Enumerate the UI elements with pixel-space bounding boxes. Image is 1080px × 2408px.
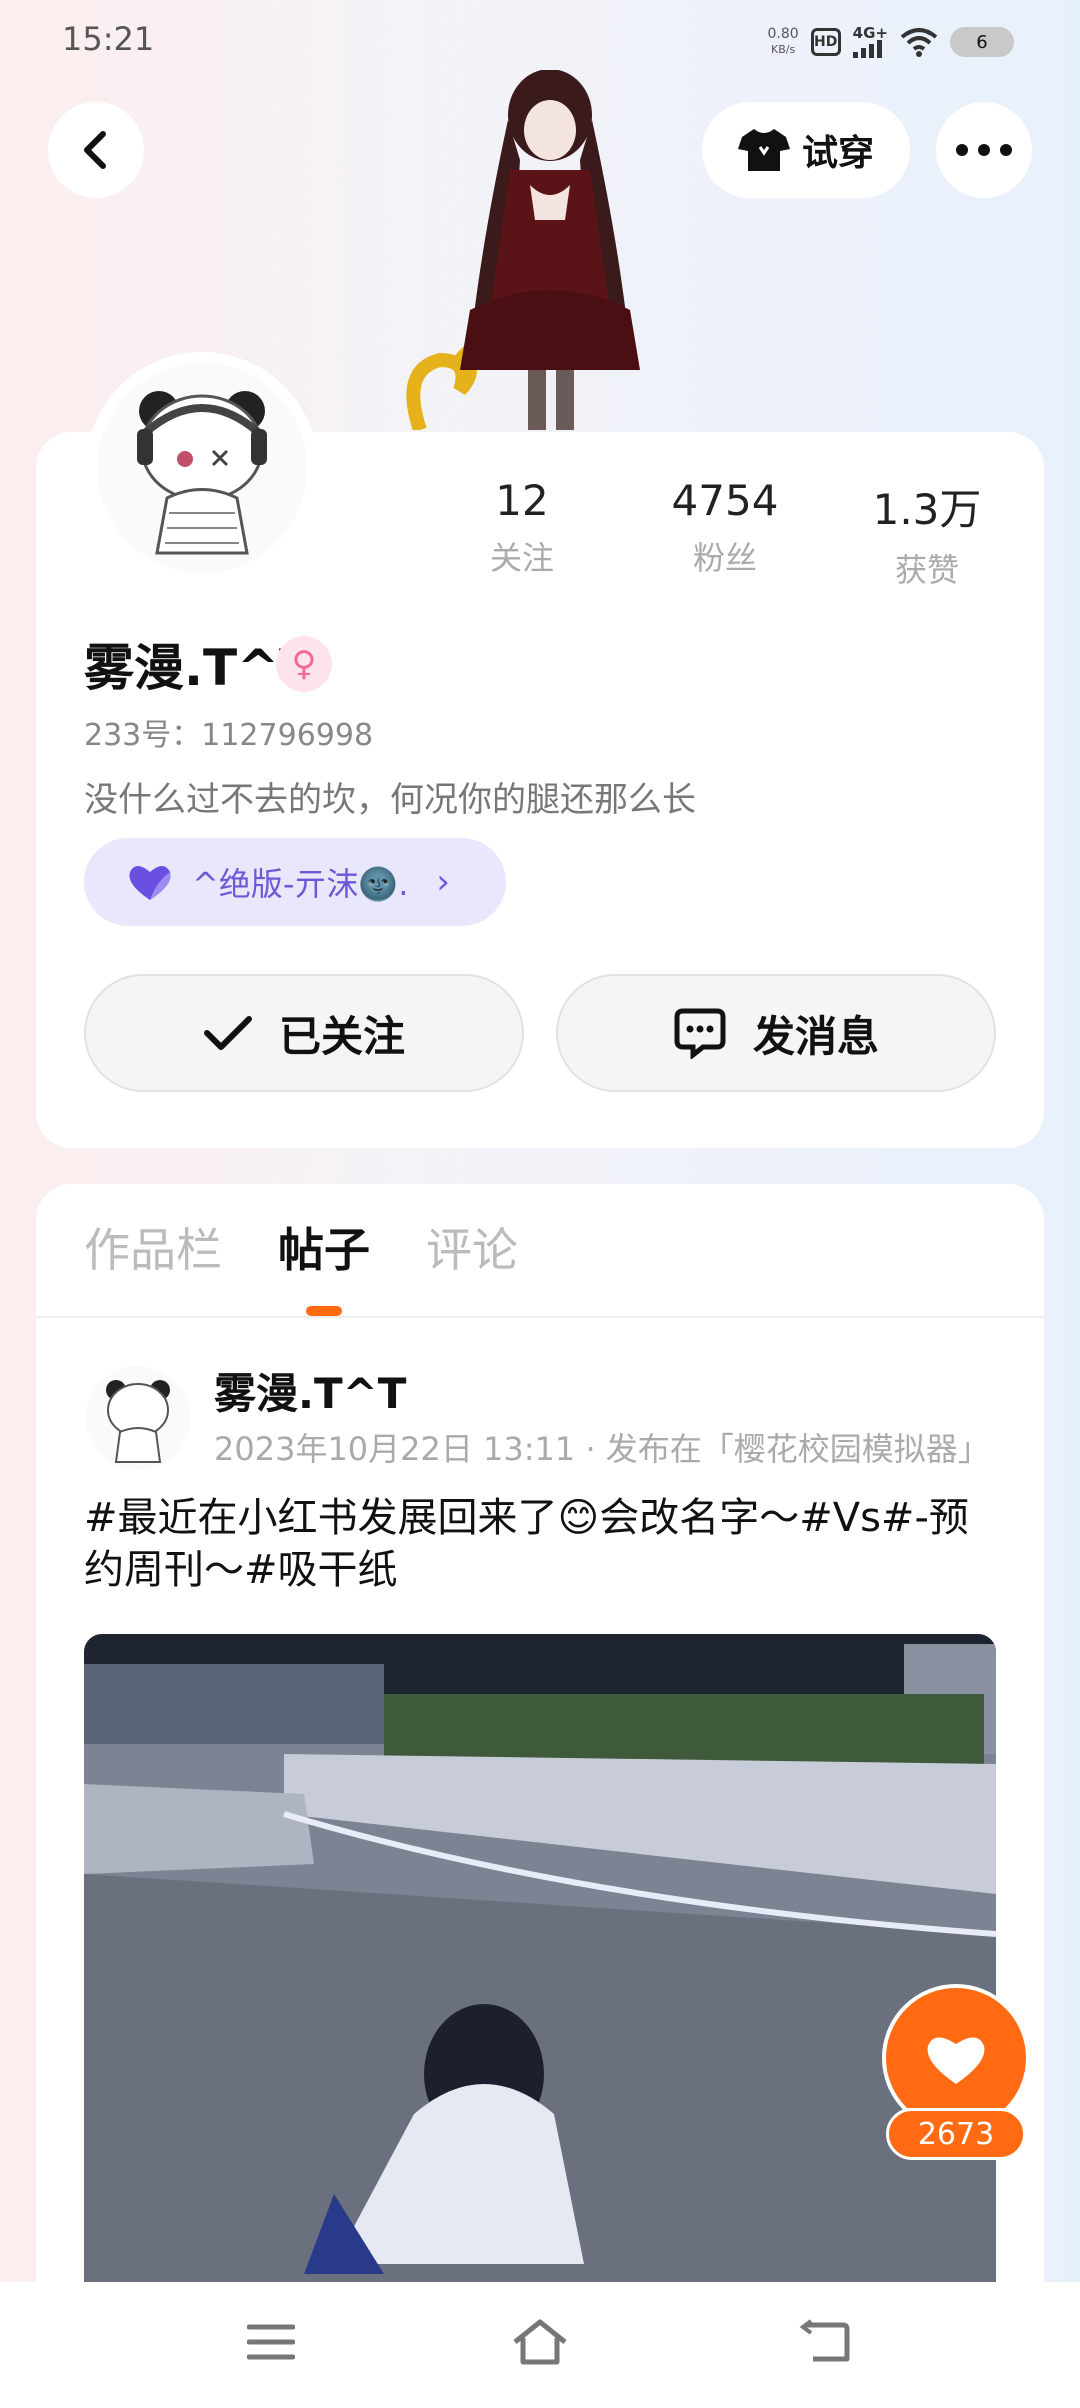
more-icon <box>956 144 1012 156</box>
heart-icon <box>129 866 171 900</box>
gender-female-icon: ♀ <box>276 636 332 692</box>
net-speed: 0.80 KB/s <box>768 26 799 58</box>
tab-active-indicator <box>306 1306 342 1316</box>
check-icon <box>203 1016 252 1050</box>
chat-icon <box>674 1008 726 1059</box>
profile-uid: 233号：112796998 <box>84 718 374 753</box>
system-nav-bar <box>0 2282 1080 2408</box>
follow-button-label: 已关注 <box>278 1011 405 1061</box>
shirt-icon <box>737 129 790 171</box>
stat-likes[interactable]: 1.3万 获赞 <box>852 476 1002 591</box>
more-button[interactable] <box>936 102 1032 198</box>
message-button-label: 发消息 <box>752 1011 879 1061</box>
profile-bio: 没什么过不去的坎，何况你的腿还那么长 <box>84 780 696 820</box>
stat-following[interactable]: 12 关注 <box>447 476 597 579</box>
stat-likes-label: 获赞 <box>894 551 959 589</box>
menu-icon <box>247 2324 295 2360</box>
message-button[interactable]: 发消息 <box>556 974 996 1092</box>
profile-avatar[interactable] <box>86 352 318 584</box>
post-meta: 2023年10月22日 13:11 · 发布在「樱花校园模拟器」 <box>214 1430 990 1468</box>
status-time: 15:21 <box>62 20 155 58</box>
stat-followers-label: 粉丝 <box>692 539 757 577</box>
stat-followers[interactable]: 4754 粉丝 <box>650 476 800 579</box>
follow-button[interactable]: 已关注 <box>84 974 524 1092</box>
home-icon <box>513 2319 567 2365</box>
post-text[interactable]: #最近在小红书发展回来了😊会改名字～#Vs#-预约周刊～#吸干纸 <box>84 1492 1004 1596</box>
avatar-image <box>97 363 307 573</box>
status-icons: 0.80 KB/s HD 4G+ 6 <box>768 20 1014 64</box>
stat-followers-value: 4754 <box>671 476 779 525</box>
tab-posts[interactable]: 帖子 <box>278 1214 370 1280</box>
post-author-avatar[interactable] <box>86 1366 190 1470</box>
tab-divider <box>36 1316 1044 1318</box>
post-image[interactable] <box>84 1634 996 2284</box>
post-author-name[interactable]: 雾漫.T^T <box>214 1360 406 1421</box>
try-on-button[interactable]: 试穿 <box>702 102 910 198</box>
heart-icon <box>927 2037 985 2084</box>
stat-following-value: 12 <box>495 476 549 525</box>
signal-label: 4G+ <box>852 24 888 42</box>
back-nav-button[interactable] <box>790 2312 860 2372</box>
back-arrow-icon <box>799 2319 850 2362</box>
tab-comments[interactable]: 评论 <box>426 1214 518 1280</box>
net-speed-value: 0.80 <box>767 26 799 42</box>
hd-icon: HD <box>810 28 841 56</box>
club-badge[interactable]: ^绝版-亓沫🌚. › <box>84 838 506 926</box>
recent-apps-button[interactable] <box>236 2312 306 2372</box>
back-button[interactable] <box>48 102 144 198</box>
stat-following-label: 关注 <box>489 539 554 577</box>
status-bar: 15:21 0.80 KB/s HD 4G+ 6 <box>0 0 1080 80</box>
try-on-label: 试穿 <box>801 133 874 174</box>
chevron-left-icon <box>84 131 106 169</box>
club-label: ^绝版-亓沫🌚. <box>192 865 409 903</box>
net-speed-unit: KB/s <box>770 43 796 56</box>
chevron-right-icon: › <box>436 862 450 902</box>
signal-icon: 4G+ <box>852 24 888 58</box>
wifi-icon <box>900 28 938 57</box>
like-count: 2673 <box>886 2108 1026 2160</box>
stat-likes-value: 1.3万 <box>872 485 982 534</box>
battery-icon: 6 <box>950 27 1014 57</box>
tab-works[interactable]: 作品栏 <box>84 1214 222 1280</box>
home-button[interactable] <box>505 2312 575 2372</box>
character-avatar-image[interactable] <box>400 70 690 430</box>
